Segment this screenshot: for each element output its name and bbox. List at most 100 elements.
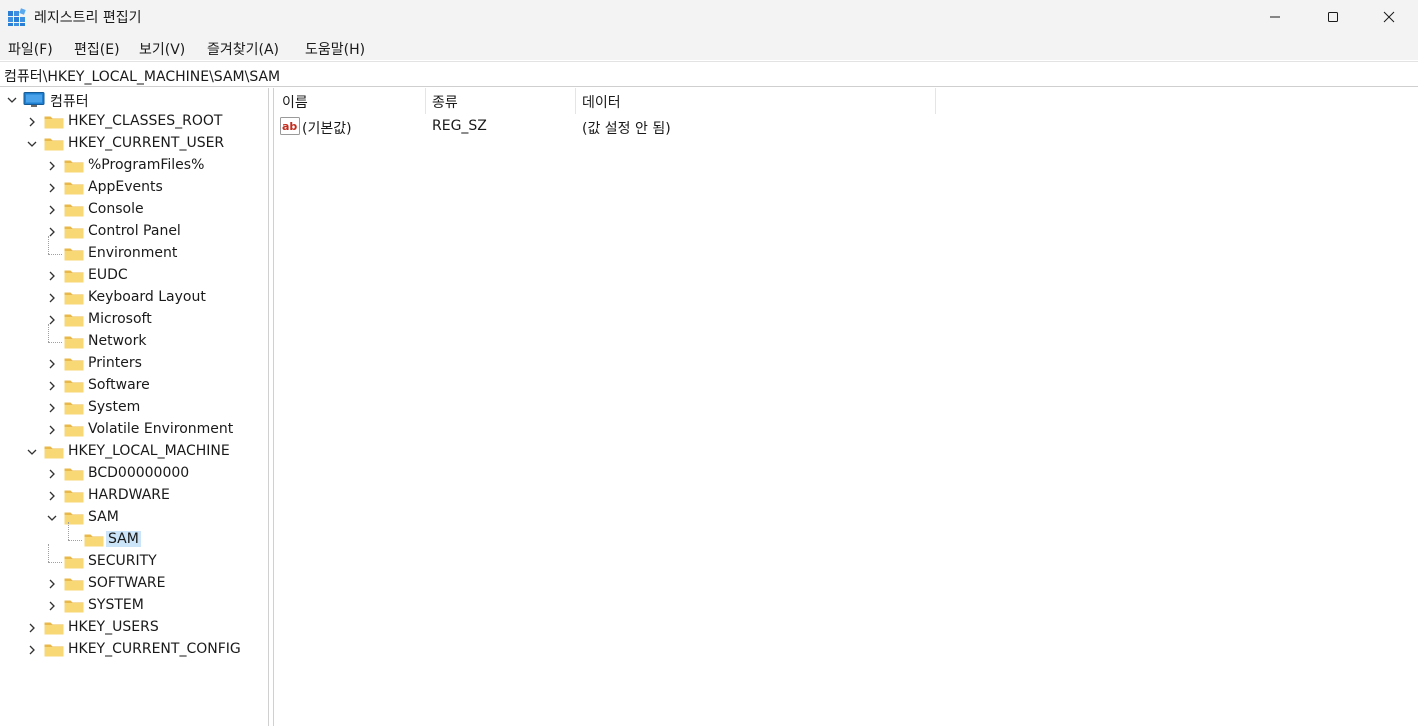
chevron-down-icon[interactable] <box>46 512 58 524</box>
chevron-right-icon[interactable] <box>46 578 58 590</box>
tree-node[interactable]: Microsoft <box>0 310 264 330</box>
tree-node[interactable]: HKEY_CLASSES_ROOT <box>0 112 264 132</box>
chevron-right-icon[interactable] <box>46 204 58 216</box>
minimize-icon <box>1270 16 1280 18</box>
folder-icon <box>64 402 84 415</box>
folder-icon <box>64 226 84 239</box>
chevron-right-icon[interactable] <box>46 424 58 436</box>
tree-node[interactable]: HKEY_CURRENT_USER <box>0 134 264 154</box>
tree-node-label: HKEY_CURRENT_CONFIG <box>68 641 241 657</box>
folder-icon <box>64 556 84 569</box>
tree-node[interactable]: EUDC <box>0 266 264 286</box>
tree-node[interactable]: Control Panel <box>0 222 264 242</box>
tree-connector-line <box>48 324 49 342</box>
menu-file[interactable]: 파일(F) <box>8 39 53 59</box>
close-button[interactable] <box>1360 0 1418 34</box>
values-list-pane[interactable]: 이름 종류 데이터 ab (기본값) REG_SZ (값 설정 안 됨) <box>276 88 1418 726</box>
chevron-right-icon[interactable] <box>46 292 58 304</box>
tree-node[interactable]: Keyboard Layout <box>0 288 264 308</box>
chevron-right-icon[interactable] <box>26 116 38 128</box>
menu-view[interactable]: 보기(V) <box>139 39 185 59</box>
chevron-right-icon[interactable] <box>46 358 58 370</box>
chevron-right-icon[interactable] <box>46 182 58 194</box>
tree-node-label: Control Panel <box>88 223 181 239</box>
column-header-name[interactable]: 이름 <box>276 88 426 114</box>
column-header-label: 이름 <box>282 95 308 111</box>
menu-help[interactable]: 도움말(H) <box>305 39 365 59</box>
value-data: (값 설정 안 됨) <box>582 121 671 137</box>
tree-connector-line <box>48 236 49 254</box>
pane-splitter[interactable] <box>268 88 274 726</box>
column-header-label: 종류 <box>432 95 458 111</box>
tree-node[interactable]: SAM <box>0 508 264 528</box>
value-type: REG_SZ <box>432 118 487 134</box>
maximize-button[interactable] <box>1304 0 1362 34</box>
chevron-down-icon[interactable] <box>6 94 18 106</box>
tree-node[interactable]: SAM <box>0 522 264 550</box>
chevron-right-icon[interactable] <box>46 468 58 480</box>
tree-node-label: Console <box>88 201 144 217</box>
chevron-right-icon[interactable] <box>46 402 58 414</box>
chevron-right-icon[interactable] <box>46 490 58 502</box>
column-header-type[interactable]: 종류 <box>426 88 576 114</box>
value-row[interactable]: ab (기본값) REG_SZ (값 설정 안 됨) <box>276 116 936 138</box>
menu-favorites[interactable]: 즐겨찾기(A) <box>207 39 279 59</box>
tree-node[interactable]: SYSTEM <box>0 596 264 616</box>
tree-node[interactable]: Network <box>0 324 264 352</box>
tree-node-label: 컴퓨터 <box>50 94 89 110</box>
chevron-right-icon[interactable] <box>46 380 58 392</box>
folder-icon <box>64 578 84 591</box>
tree-node[interactable]: Software <box>0 376 264 396</box>
tree-connector-line <box>48 254 62 255</box>
folder-icon <box>64 314 84 327</box>
tree-node-label: SAM <box>106 531 141 547</box>
folder-icon <box>64 160 84 173</box>
folder-icon <box>64 292 84 305</box>
folder-icon <box>64 358 84 371</box>
tree-connector-line <box>68 522 69 540</box>
tree-node[interactable]: %ProgramFiles% <box>0 156 264 176</box>
chevron-right-icon[interactable] <box>46 270 58 282</box>
registry-editor-app-icon <box>8 8 26 26</box>
tree-node[interactable]: BCD00000000 <box>0 464 264 484</box>
registry-editor-window: 레지스트리 편집기 파일(F) 편집(E) 보기(V) 즐겨찾기(A) 도움말(… <box>0 0 1418 726</box>
tree-node[interactable]: SECURITY <box>0 544 264 572</box>
folder-icon <box>64 468 84 481</box>
tree-node[interactable]: HKEY_USERS <box>0 618 264 638</box>
maximize-icon <box>1328 12 1338 22</box>
tree-node[interactable]: Environment <box>0 236 264 264</box>
menu-edit[interactable]: 편집(E) <box>74 39 120 59</box>
tree-node-label: SOFTWARE <box>88 575 166 591</box>
tree-node[interactable]: HARDWARE <box>0 486 264 506</box>
tree-node[interactable]: SOFTWARE <box>0 574 264 594</box>
tree-node[interactable]: System <box>0 398 264 418</box>
close-icon <box>1383 11 1395 23</box>
address-path[interactable]: 컴퓨터\HKEY_LOCAL_MACHINE\SAM\SAM <box>4 66 280 86</box>
tree-node-label: Microsoft <box>88 311 152 327</box>
column-header-data[interactable]: 데이터 <box>576 88 936 114</box>
chevron-right-icon[interactable] <box>46 600 58 612</box>
chevron-right-icon[interactable] <box>46 160 58 172</box>
tree-node-label: AppEvents <box>88 179 163 195</box>
value-name: (기본값) <box>302 121 352 137</box>
tree-node[interactable]: HKEY_CURRENT_CONFIG <box>0 640 264 660</box>
tree-node-label: Network <box>88 333 147 349</box>
address-bar[interactable]: 컴퓨터\HKEY_LOCAL_MACHINE\SAM\SAM <box>0 61 1418 87</box>
tree-node-label: SYSTEM <box>88 597 144 613</box>
tree-node[interactable]: HKEY_LOCAL_MACHINE <box>0 442 264 462</box>
tree-node-label: Printers <box>88 355 142 371</box>
menu-bar: 파일(F) 편집(E) 보기(V) 즐겨찾기(A) 도움말(H) <box>0 34 1418 60</box>
chevron-right-icon[interactable] <box>26 622 38 634</box>
tree-node[interactable]: Volatile Environment <box>0 420 264 440</box>
chevron-down-icon[interactable] <box>26 138 38 150</box>
folder-icon <box>44 138 64 151</box>
chevron-right-icon[interactable] <box>26 644 38 656</box>
tree-node-label: Software <box>88 377 150 393</box>
minimize-button[interactable] <box>1246 0 1304 34</box>
tree-node[interactable]: AppEvents <box>0 178 264 198</box>
tree-node-root[interactable]: 컴퓨터 <box>0 90 260 110</box>
key-tree-pane[interactable]: 컴퓨터 HKEY_CLASSES_ROOT HKEY_CURRENT_USER %P… <box>0 88 268 726</box>
tree-node[interactable]: Printers <box>0 354 264 374</box>
chevron-down-icon[interactable] <box>26 446 38 458</box>
tree-node[interactable]: Console <box>0 200 264 220</box>
